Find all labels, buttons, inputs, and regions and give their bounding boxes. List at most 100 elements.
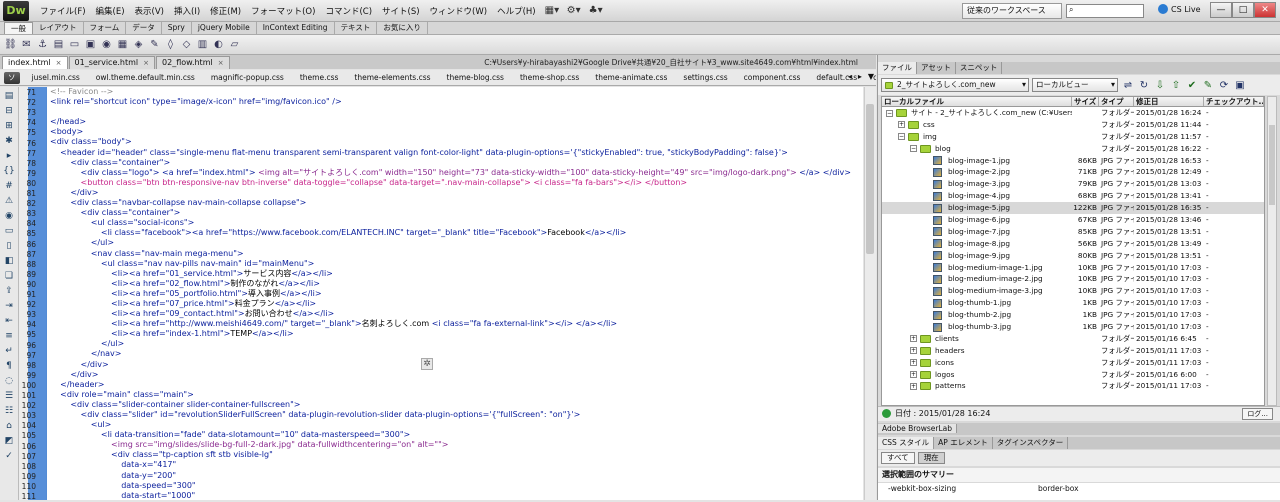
- column-size[interactable]: サイズ: [1072, 97, 1099, 106]
- file-row[interactable]: + icons フォルダー 2015/01/11 17:03-: [882, 357, 1264, 369]
- scroll-left-icon[interactable]: ◂: [848, 72, 852, 81]
- insert-tab[interactable]: Spry: [162, 22, 192, 34]
- related-file[interactable]: theme.css: [292, 73, 347, 82]
- expand-toggle-icon[interactable]: +: [910, 347, 917, 355]
- column-checkout[interactable]: チェックアウト...: [1204, 97, 1264, 106]
- css-mode-current[interactable]: 現在: [917, 452, 945, 464]
- expand-toggle-icon[interactable]: −: [910, 145, 917, 153]
- related-file[interactable]: theme-animate.css: [587, 73, 675, 82]
- insert-tab[interactable]: データ: [126, 22, 162, 34]
- related-file[interactable]: theme-shop.css: [512, 73, 587, 82]
- recent-snippets-icon[interactable]: ❏: [3, 270, 16, 282]
- menu-item[interactable]: 挿入(I): [169, 5, 205, 17]
- insert-tab[interactable]: お気に入り: [377, 22, 428, 34]
- insert-tab[interactable]: レイアウト: [33, 22, 84, 34]
- file-row[interactable]: blog-image-4.jpg 68KB JPG ファイ...2015/01/28…: [882, 190, 1264, 202]
- filter-icon[interactable]: ▼: [868, 72, 874, 81]
- collapse-selection-icon[interactable]: ⊞: [3, 120, 16, 132]
- comment-icon[interactable]: ✎: [148, 38, 161, 51]
- file-row[interactable]: blog-medium-image-1.jpg 10KB JPG ファイ...201…: [882, 262, 1264, 274]
- apply-comment-icon[interactable]: ▭: [3, 225, 16, 237]
- put-files-icon[interactable]: ⇧: [1170, 80, 1182, 91]
- related-file[interactable]: settings.css: [675, 73, 735, 82]
- format-source-icon[interactable]: ≡: [3, 330, 16, 342]
- scroll-right-icon[interactable]: ▸: [858, 72, 862, 81]
- file-row[interactable]: + logos フォルダー 2015/01/16 6:00-: [882, 369, 1264, 381]
- document-tab[interactable]: index.html ×: [2, 56, 68, 69]
- collapse-tag-icon[interactable]: ⊟: [3, 105, 16, 117]
- file-row[interactable]: blog-medium-image-3.jpg 10KB JPG ファイ...201…: [882, 285, 1264, 297]
- code-hints-icon[interactable]: ◌: [3, 375, 16, 387]
- file-row[interactable]: − blog フォルダー 2015/01/28 16:22-: [882, 143, 1264, 155]
- file-row[interactable]: blog-image-9.jpg 80KB JPG ファイ...2015/01/28…: [882, 250, 1264, 262]
- script-icon[interactable]: ◇: [180, 38, 193, 51]
- file-row[interactable]: blog-image-2.jpg 71KB JPG ファイ...2015/01/28…: [882, 166, 1264, 178]
- menu-item[interactable]: 修正(M): [205, 5, 246, 17]
- snippet-icon[interactable]: ◩: [3, 435, 16, 447]
- checkout-icon[interactable]: ✔: [1186, 80, 1198, 91]
- menu-item[interactable]: コマンド(C): [320, 5, 377, 17]
- close-button[interactable]: ✕: [1254, 2, 1276, 18]
- expand-toggle-icon[interactable]: +: [898, 121, 905, 129]
- refresh-icon[interactable]: ↻: [1138, 80, 1150, 91]
- head-icon[interactable]: ◊: [164, 38, 177, 51]
- expand-panel-icon[interactable]: ▣: [1234, 80, 1246, 91]
- code-editor[interactable]: <!-- Favicon --> <link rel="shortcut icon…: [47, 87, 863, 500]
- column-modified[interactable]: 修正日: [1134, 97, 1204, 106]
- outdent-icon[interactable]: ⇤: [3, 315, 16, 327]
- related-file[interactable]: theme-blog.css: [439, 73, 512, 82]
- remove-comment-icon[interactable]: ▯: [3, 240, 16, 252]
- server-side-icon[interactable]: ◈: [132, 38, 145, 51]
- file-row[interactable]: blog-thumb-1.jpg 1KB JPG ファイ...2015/01/10 …: [882, 297, 1264, 309]
- move-css-icon[interactable]: ⇪: [3, 285, 16, 297]
- expand-toggle-icon[interactable]: −: [886, 109, 893, 117]
- related-file[interactable]: magnific-popup.css: [203, 73, 292, 82]
- menu-item[interactable]: ヘルプ(H): [492, 5, 541, 17]
- media-icon[interactable]: ◉: [100, 38, 113, 51]
- expand-toggle-icon[interactable]: −: [898, 133, 905, 141]
- cs-live-button[interactable]: CS Live: [1158, 4, 1201, 14]
- anchor-icon[interactable]: ⚓: [36, 38, 49, 51]
- file-row[interactable]: + patterns フォルダー 2015/01/11 17:03-: [882, 380, 1264, 392]
- wrap-lines-icon[interactable]: ↵: [3, 345, 16, 357]
- insert-tab[interactable]: テキスト: [335, 22, 378, 34]
- menu-item[interactable]: ファイル(F): [35, 5, 91, 17]
- gear-icon[interactable]: ⚙▾: [567, 5, 581, 17]
- files-panel-tab[interactable]: スニペット: [956, 62, 1003, 74]
- file-row[interactable]: + css フォルダー 2015/01/28 11:44-: [882, 119, 1264, 131]
- expand-toggle-icon[interactable]: +: [910, 382, 917, 390]
- tag-editor-icon[interactable]: ⌂: [3, 420, 16, 432]
- layout-icon[interactable]: ▦▾: [545, 5, 559, 17]
- workspace-switcher[interactable]: 従来のワークスペース: [962, 3, 1062, 19]
- comment-block-icon[interactable]: ☰: [3, 390, 16, 402]
- wrap-tag-icon[interactable]: ◧: [3, 255, 16, 267]
- get-files-icon[interactable]: ⇩: [1154, 80, 1166, 91]
- indent-icon[interactable]: ⇥: [3, 300, 16, 312]
- expand-all-icon[interactable]: ✱: [3, 135, 16, 147]
- file-row[interactable]: blog-image-5.jpg 122KB JPG ファイ...2015/01/2…: [882, 202, 1264, 215]
- hidden-chars-icon[interactable]: ¶: [3, 360, 16, 372]
- balance-braces-icon[interactable]: {}: [3, 165, 16, 177]
- close-tab-icon[interactable]: ×: [56, 57, 62, 69]
- related-file[interactable]: theme-elements.css: [346, 73, 438, 82]
- view-select[interactable]: ローカルビュー: [1032, 78, 1118, 92]
- column-local-files[interactable]: ローカルファイル: [882, 97, 1072, 106]
- expand-toggle-icon[interactable]: +: [910, 359, 917, 367]
- css-panel-tab[interactable]: AP エレメント: [934, 437, 993, 449]
- code-scrollbar-thumb[interactable]: [866, 104, 874, 254]
- column-type[interactable]: タイプ: [1099, 97, 1134, 106]
- open-documents-icon[interactable]: ▤: [3, 90, 16, 102]
- files-panel-tab[interactable]: ファイル: [878, 62, 917, 74]
- insert-tab[interactable]: 一般: [4, 22, 33, 34]
- select-parent-tag-icon[interactable]: ▸: [3, 150, 16, 162]
- file-row[interactable]: blog-image-7.jpg 85KB JPG ファイ...2015/01/28…: [882, 226, 1264, 238]
- code-navigator-icon[interactable]: ✲: [421, 358, 433, 370]
- sync-icon[interactable]: ⟳: [1218, 80, 1230, 91]
- related-file[interactable]: component.css: [736, 73, 809, 82]
- expand-toggle-icon[interactable]: +: [910, 371, 917, 379]
- log-button[interactable]: ログ...: [1242, 408, 1273, 420]
- menu-item[interactable]: 編集(E): [91, 5, 130, 17]
- insert-tab[interactable]: jQuery Mobile: [192, 22, 257, 34]
- file-row[interactable]: blog-thumb-3.jpg 1KB JPG ファイ...2015/01/10 …: [882, 321, 1264, 333]
- related-file[interactable]: owl.theme.default.min.css: [88, 73, 203, 82]
